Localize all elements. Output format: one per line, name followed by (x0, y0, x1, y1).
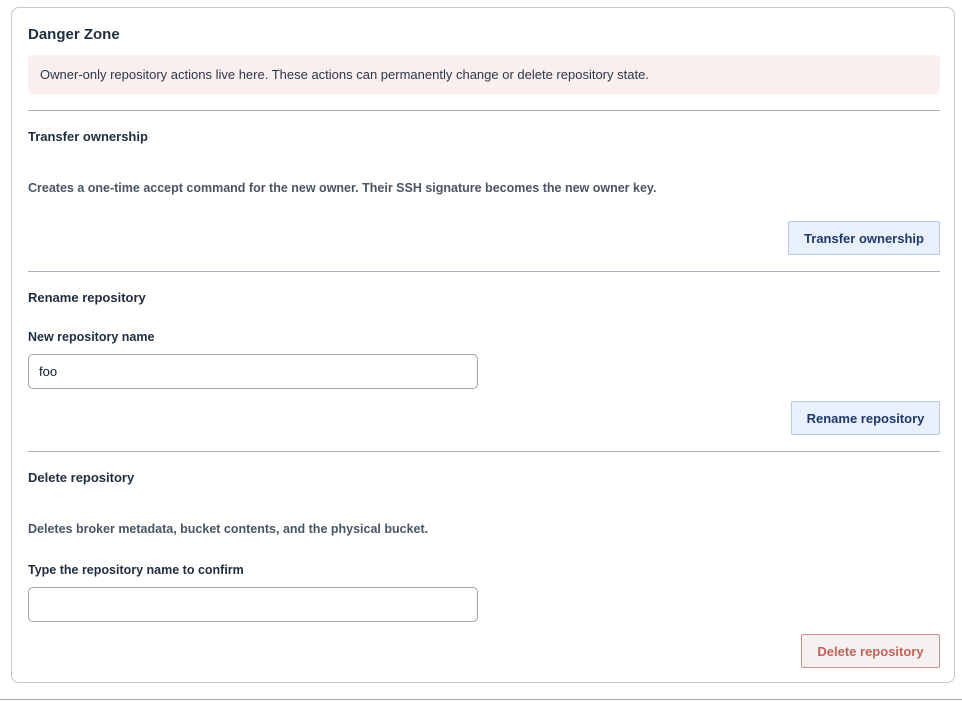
section-divider (28, 110, 940, 111)
delete-description: Deletes broker metadata, bucket contents… (28, 522, 429, 536)
rename-section-title: Rename repository (28, 290, 146, 305)
transfer-description: Creates a one-time accept command for th… (28, 181, 657, 195)
new-name-label: New repository name (28, 330, 155, 344)
delete-section-title: Delete repository (28, 470, 135, 485)
confirm-repository-name-input[interactable] (28, 587, 478, 622)
section-divider (28, 451, 940, 452)
delete-repository-button[interactable]: Delete repository (801, 634, 940, 668)
warning-banner: Owner-only repository actions live here.… (28, 55, 940, 94)
panel-title: Danger Zone (28, 26, 120, 43)
new-repository-name-input[interactable] (28, 354, 478, 389)
transfer-section-title: Transfer ownership (28, 129, 148, 144)
confirm-name-label: Type the repository name to confirm (28, 563, 244, 577)
section-divider (28, 271, 940, 272)
page-bottom-rule (0, 699, 962, 700)
rename-repository-button[interactable]: Rename repository (791, 401, 940, 435)
transfer-ownership-button[interactable]: Transfer ownership (788, 221, 940, 255)
danger-zone-panel: Danger Zone Owner-only repository action… (11, 7, 955, 683)
